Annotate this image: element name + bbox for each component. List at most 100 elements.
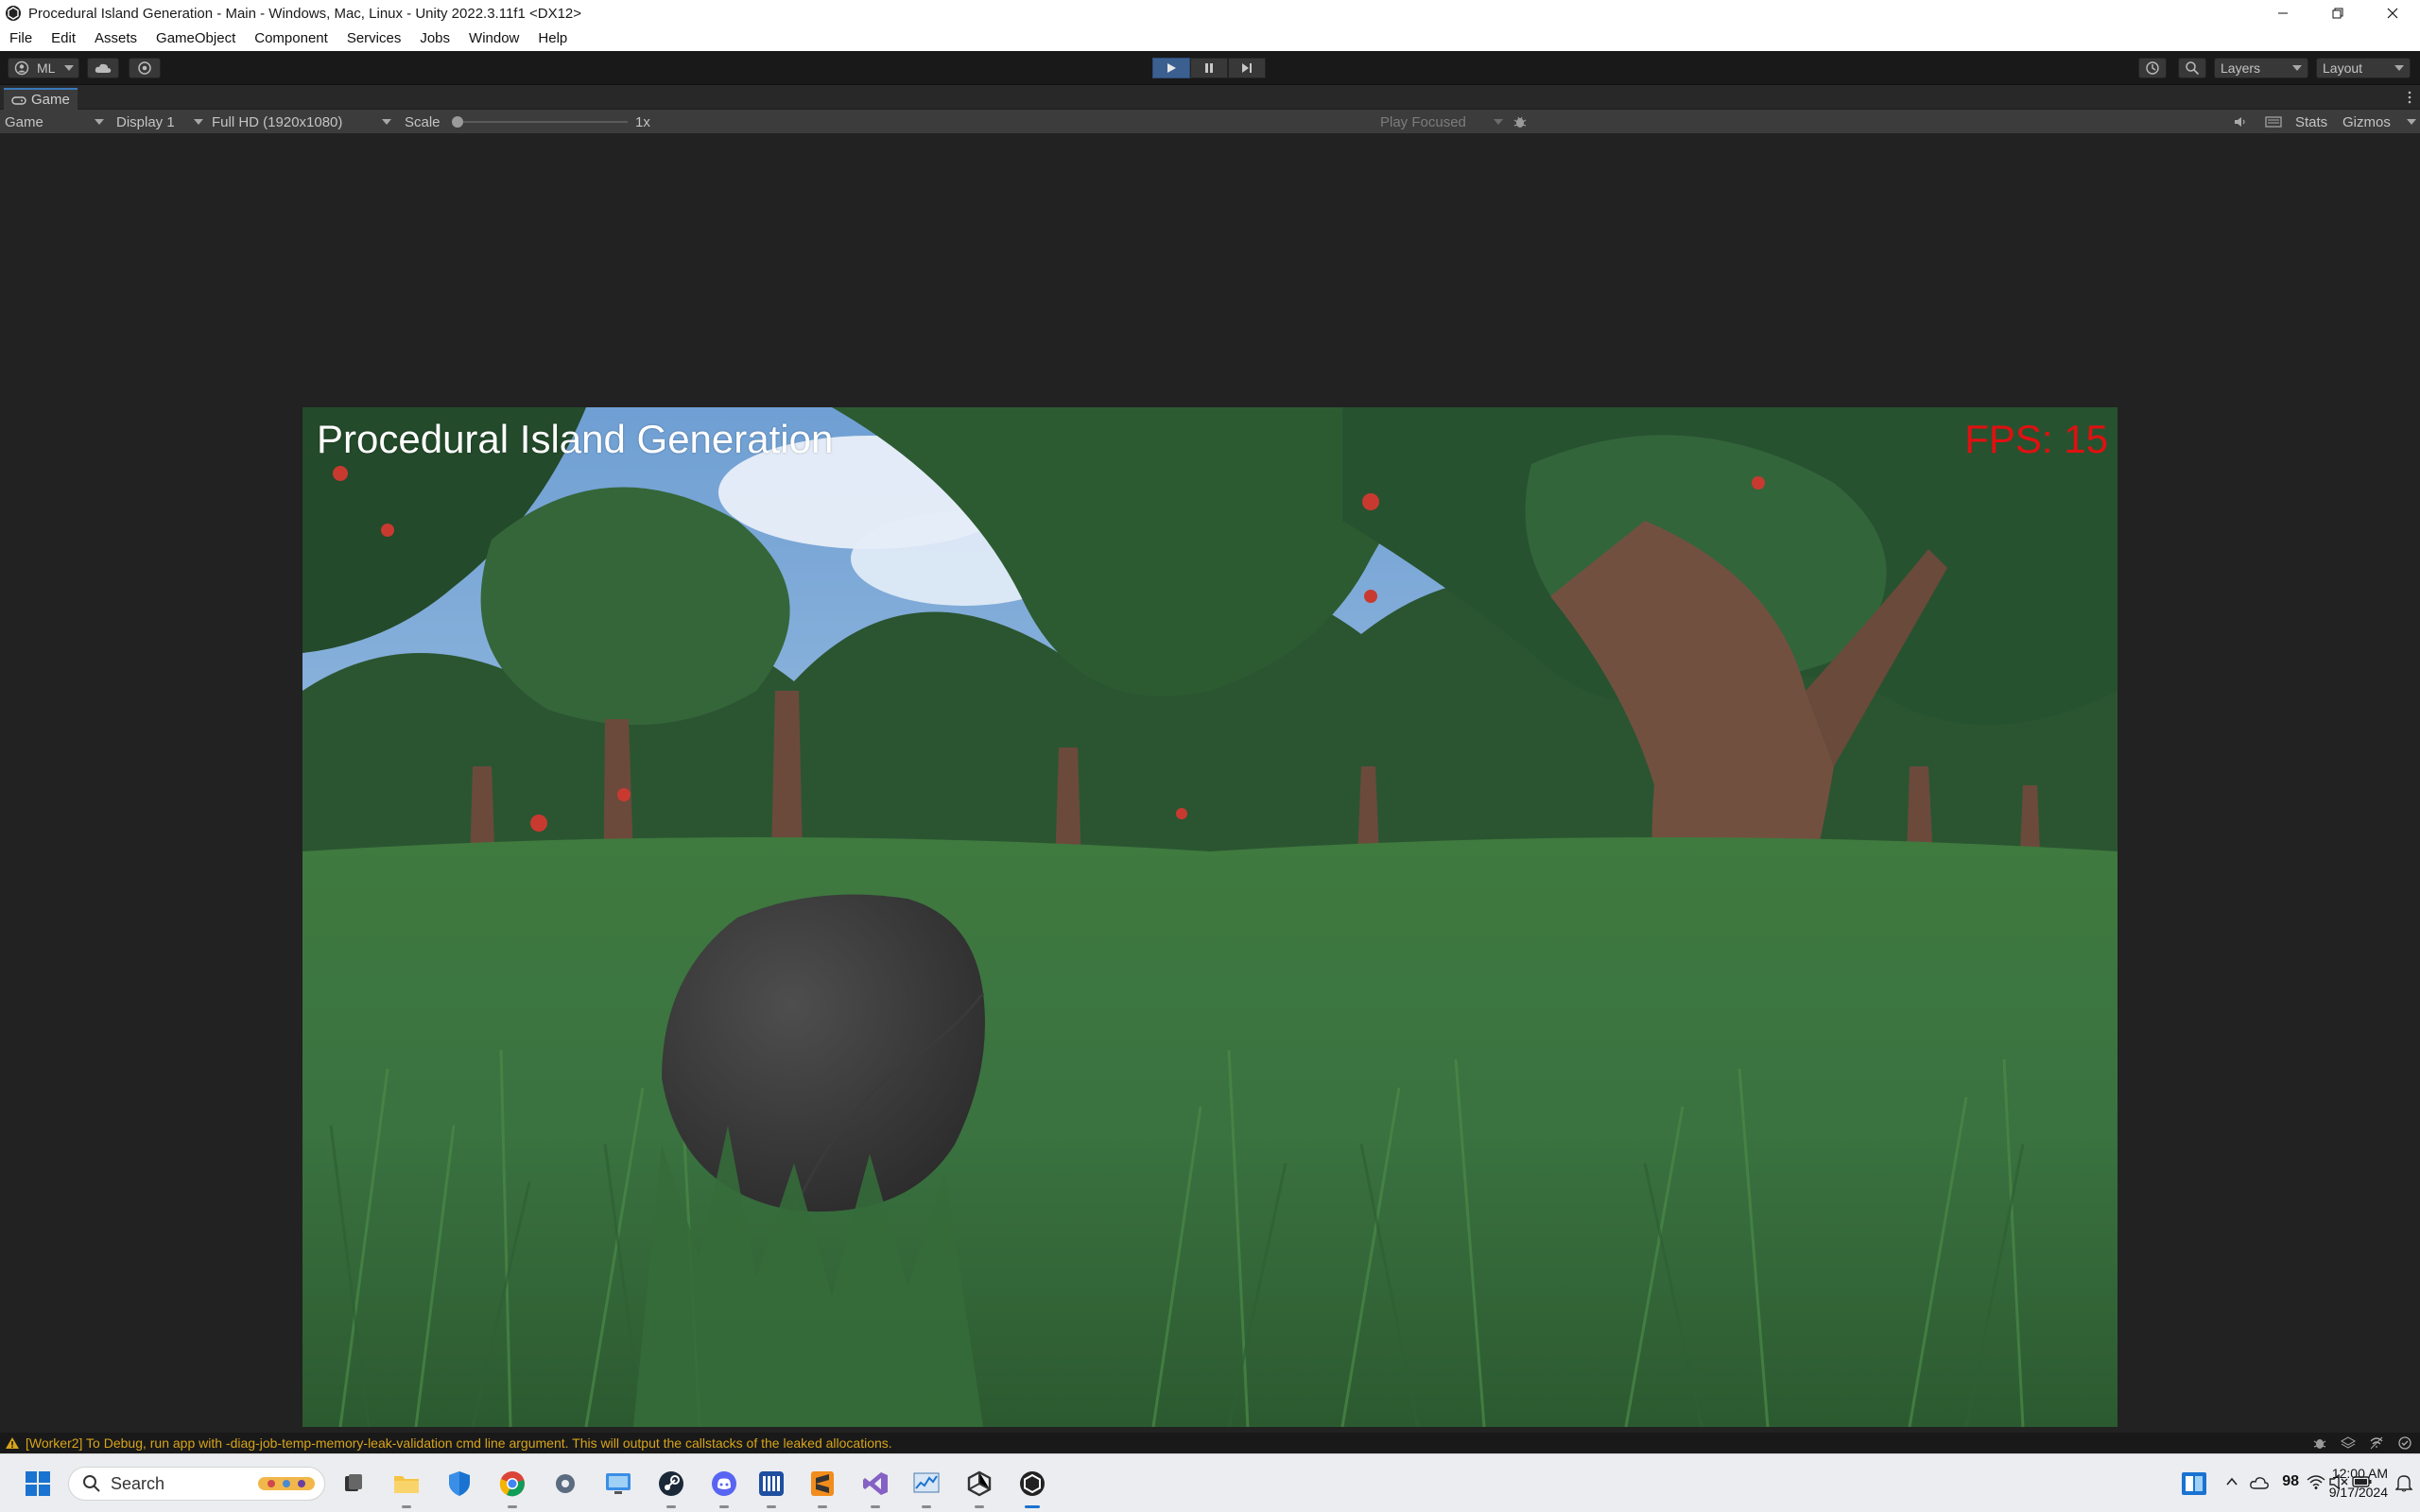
game-viewport[interactable]: Procedural Island Generation FPS: 15 [302, 407, 2118, 1427]
display-dropdown[interactable]: Display 1 [116, 110, 203, 134]
bug-icon [1513, 116, 1527, 128]
speaker-icon [2235, 117, 2245, 127]
chrome-button[interactable] [493, 1465, 531, 1508]
play-controls [1152, 58, 1266, 78]
discord-button[interactable] [705, 1465, 743, 1508]
bug-icon[interactable] [2312, 1435, 2327, 1451]
restore-button[interactable] [2310, 0, 2365, 26]
unity-editor-button[interactable] [1013, 1465, 1051, 1508]
unity-hub-icon [967, 1470, 992, 1497]
menu-file[interactable]: File [0, 26, 42, 51]
menu-assets[interactable]: Assets [85, 26, 147, 51]
view-mode-dropdown[interactable]: Game [5, 110, 104, 134]
menu-component[interactable]: Component [245, 26, 337, 51]
fps-counter: FPS: 15 [1964, 417, 2108, 461]
menu-edit[interactable]: Edit [42, 26, 85, 51]
widgets-button[interactable] [2182, 1472, 2206, 1495]
menu-window[interactable]: Window [459, 26, 528, 51]
layout-label: Layout [2323, 60, 2363, 76]
tray-app-badge[interactable]: 98 [2282, 1473, 2299, 1490]
search-icon [83, 1475, 100, 1492]
shield-icon [449, 1471, 470, 1496]
remote-desktop-button[interactable] [599, 1465, 637, 1503]
menu-jobs[interactable]: Jobs [410, 26, 459, 51]
checkmark-circle-icon[interactable] [2397, 1435, 2412, 1451]
menu-help[interactable]: Help [528, 26, 577, 51]
scale-slider[interactable] [452, 116, 628, 128]
tab-menu-button[interactable] [2407, 90, 2412, 105]
taskbar-search-box[interactable]: Search [68, 1467, 325, 1501]
play-icon [1167, 63, 1176, 73]
chevron-down-icon [95, 119, 104, 125]
scale-slider-thumb[interactable] [452, 116, 463, 128]
minimize-button[interactable] [2256, 0, 2310, 26]
performance-monitor-icon [913, 1472, 940, 1493]
debug-button[interactable] [1512, 110, 1528, 134]
show-hidden-icons-button[interactable] [2225, 1475, 2238, 1493]
console-status-bar[interactable]: [Worker2] To Debug, run app with -diag-j… [0, 1433, 2420, 1453]
steam-button[interactable] [652, 1465, 690, 1508]
chevron-down-icon [64, 65, 75, 71]
close-button[interactable] [2365, 0, 2420, 26]
gamepad-icon [11, 95, 26, 105]
layers-stack-icon[interactable] [2341, 1435, 2356, 1451]
scale-slider-track [452, 121, 628, 123]
account-dropdown[interactable]: ML [8, 58, 79, 78]
no-network-icon[interactable] [2369, 1435, 2384, 1451]
stats-button[interactable]: Stats [2295, 110, 2327, 134]
defender-button[interactable] [441, 1465, 478, 1503]
cloud-button[interactable] [87, 58, 119, 78]
scale-value-group: 1x [635, 110, 650, 134]
file-explorer-button[interactable] [388, 1465, 425, 1508]
menu-services[interactable]: Services [337, 26, 411, 51]
menu-bar: File Edit Assets GameObject Component Se… [0, 26, 2420, 51]
audio-app-button[interactable] [752, 1465, 790, 1508]
undo-history-button[interactable] [2138, 58, 2167, 78]
collab-icon [138, 61, 151, 75]
window-title: Procedural Island Generation - Main - Wi… [28, 5, 582, 22]
settings-button[interactable] [546, 1465, 584, 1503]
gizmos-label: Gizmos [2342, 113, 2391, 130]
tab-game[interactable]: Game [4, 88, 78, 110]
layout-dropdown[interactable]: Layout [2316, 58, 2411, 78]
game-tab-strip: Game [0, 85, 2420, 110]
shortcuts-button[interactable] [2265, 110, 2282, 134]
play-button[interactable] [1152, 58, 1190, 78]
onedrive-button[interactable] [2250, 1476, 2269, 1494]
sublime-text-icon [811, 1471, 834, 1496]
search-placeholder: Search [111, 1473, 165, 1493]
play-mode-dropdown[interactable]: Play Focused [1380, 110, 1503, 134]
mute-audio-button[interactable] [2233, 110, 2248, 134]
notifications-button[interactable] [2394, 1473, 2413, 1497]
sublime-text-button[interactable] [804, 1465, 841, 1508]
unity-hub-button[interactable] [960, 1465, 998, 1508]
account-icon [14, 60, 29, 76]
start-button[interactable] [19, 1465, 57, 1503]
visual-studio-button[interactable] [856, 1465, 894, 1508]
game-view-area[interactable]: Procedural Island Generation FPS: 15 [0, 134, 2420, 1433]
widgets-icon [2186, 1476, 2203, 1491]
tab-game-label: Game [31, 92, 70, 108]
gear-icon [556, 1474, 575, 1493]
collab-button[interactable] [129, 58, 161, 78]
resolution-dropdown[interactable]: Full HD (1920x1080) [212, 110, 391, 134]
step-button[interactable] [1228, 58, 1266, 78]
kebab-menu-icon [2408, 91, 2411, 104]
chevron-down-icon [2394, 65, 2404, 71]
bell-icon [2394, 1475, 2413, 1492]
layers-dropdown[interactable]: Layers [2214, 58, 2308, 78]
clock-group[interactable]: 12:00 AM 9/17/2024 [2303, 1464, 2388, 1502]
performance-monitor-button[interactable] [908, 1465, 945, 1508]
audio-app-icon [759, 1471, 784, 1496]
pause-button[interactable] [1190, 58, 1228, 78]
close-icon [2387, 8, 2398, 19]
search-button[interactable] [2178, 58, 2206, 78]
gizmos-dropdown[interactable]: Gizmos [2342, 110, 2416, 134]
visual-studio-icon [863, 1472, 888, 1495]
forest-scene-render [302, 407, 2118, 1427]
cloud-icon [95, 63, 112, 73]
layers-label: Layers [2221, 60, 2261, 76]
menu-gameobject[interactable]: GameObject [147, 26, 245, 51]
task-view-button[interactable] [335, 1465, 372, 1503]
clock-date: 9/17/2024 [2328, 1485, 2388, 1500]
